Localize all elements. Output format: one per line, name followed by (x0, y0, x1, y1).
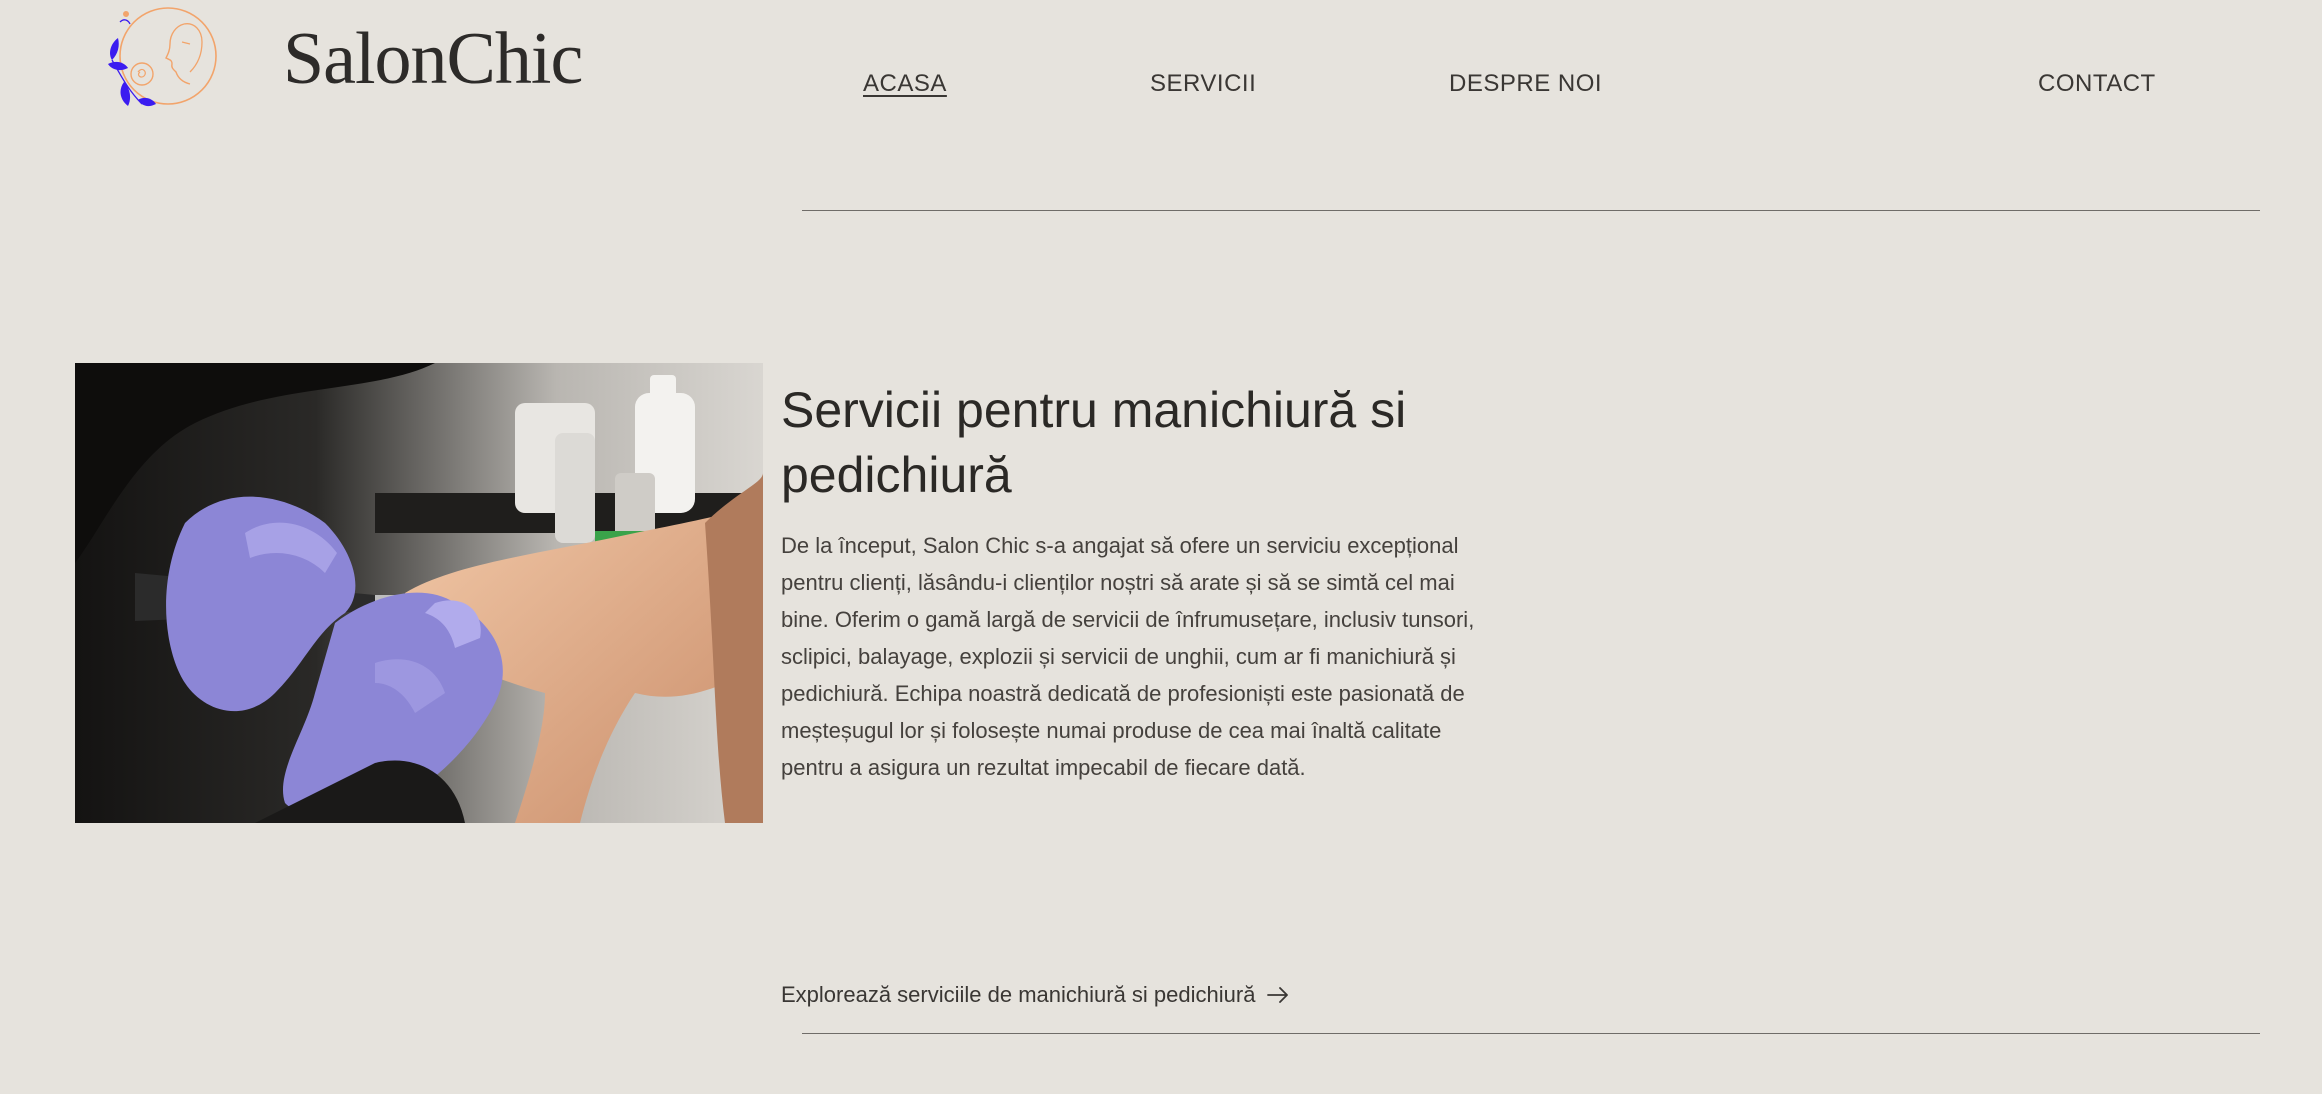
hero-title-line1: Servicii pentru manichiură si (781, 382, 1407, 438)
manicure-photo (75, 363, 763, 823)
page: SalonChic ACASA SERVICII DESPRE NOI CONT… (0, 0, 2322, 1094)
hero-description: De la început, Salon Chic s-a angajat să… (781, 533, 1475, 780)
explore-services-label: Explorează serviciile de manichiură si p… (781, 982, 1256, 1007)
nav-services[interactable]: SERVICII (1150, 72, 1256, 96)
hero-title-line2: pedichiură (781, 447, 1012, 503)
arrow-right-icon (1267, 987, 1289, 1003)
logo[interactable] (98, 0, 222, 112)
section-divider (802, 1033, 2260, 1034)
woman-face-logo-icon (108, 7, 217, 107)
explore-services-link[interactable]: Explorează serviciile de manichiură si p… (781, 984, 1289, 1006)
header-divider (802, 210, 2260, 211)
manicure-image-icon (75, 363, 763, 823)
nav-home[interactable]: ACASA (863, 72, 947, 96)
nav-about[interactable]: DESPRE NOI (1449, 72, 1602, 96)
nav-contact[interactable]: CONTACT (2038, 72, 2156, 96)
brand-name[interactable]: SalonChic (283, 22, 583, 96)
hero-title: Servicii pentru manichiură si pedichiură (781, 378, 1521, 508)
